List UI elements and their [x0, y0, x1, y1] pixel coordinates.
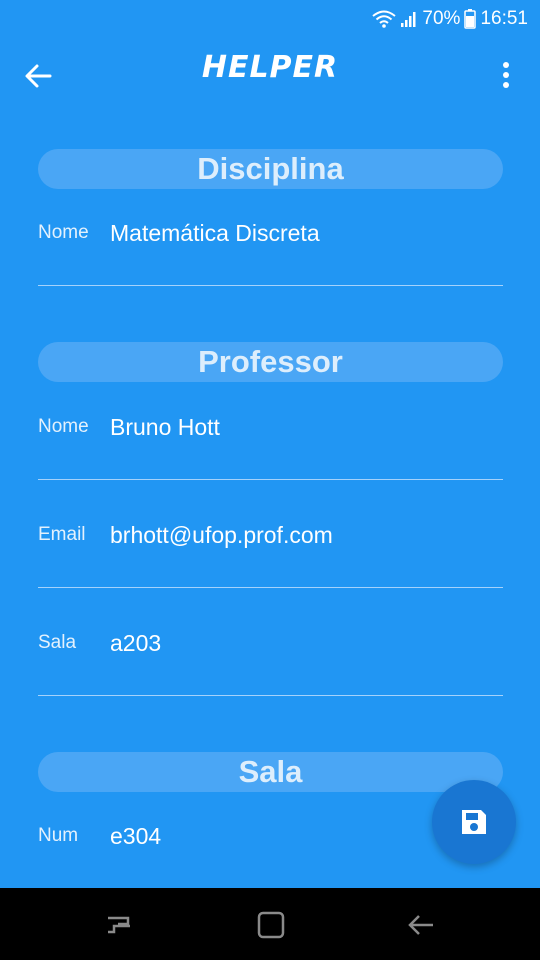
field-label: Num	[38, 825, 79, 846]
section-header-disciplina: Disciplina	[38, 149, 503, 189]
field-professor-nome[interactable]: Nome Bruno Hott	[38, 414, 503, 480]
field-label: Nome	[38, 222, 89, 243]
more-vert-icon	[503, 62, 509, 68]
overflow-menu-button[interactable]	[498, 62, 514, 96]
save-icon	[462, 810, 486, 834]
clock: 16:51	[480, 8, 528, 29]
field-value[interactable]: brhott@ufop.prof.com	[110, 522, 333, 549]
field-professor-email[interactable]: Email brhott@ufop.prof.com	[38, 522, 503, 588]
section-header-professor: Professor	[38, 342, 503, 382]
signal-icon	[401, 12, 416, 27]
battery-icon	[464, 9, 477, 29]
field-label: Sala	[38, 632, 77, 653]
app-title: HELPER	[201, 50, 339, 85]
save-button[interactable]	[432, 780, 516, 864]
system-nav-bar	[0, 888, 540, 960]
status-icons: 70% 16:51	[372, 6, 528, 32]
status-bar: 70% 16:51	[0, 0, 540, 38]
field-label: Nome	[38, 416, 89, 437]
field-value[interactable]: a203	[110, 630, 161, 657]
nav-back-icon	[408, 915, 433, 935]
recents-button[interactable]	[104, 910, 134, 940]
section-header-sala: Sala	[38, 752, 503, 792]
field-value[interactable]: Bruno Hott	[110, 414, 220, 441]
recents-icon	[108, 916, 130, 934]
app-bar: HELPER	[0, 38, 540, 114]
battery-percent: 70%	[422, 8, 461, 29]
field-disciplina-nome[interactable]: Nome Matemática Discreta	[38, 220, 503, 286]
nav-back-button[interactable]	[406, 910, 436, 940]
field-value[interactable]: e304	[110, 823, 161, 850]
wifi-icon	[372, 10, 397, 28]
home-button[interactable]	[256, 910, 286, 940]
home-icon	[257, 911, 285, 939]
field-value[interactable]: Matemática Discreta	[110, 220, 320, 247]
field-professor-sala[interactable]: Sala a203	[38, 630, 503, 696]
field-label: Email	[38, 524, 86, 545]
